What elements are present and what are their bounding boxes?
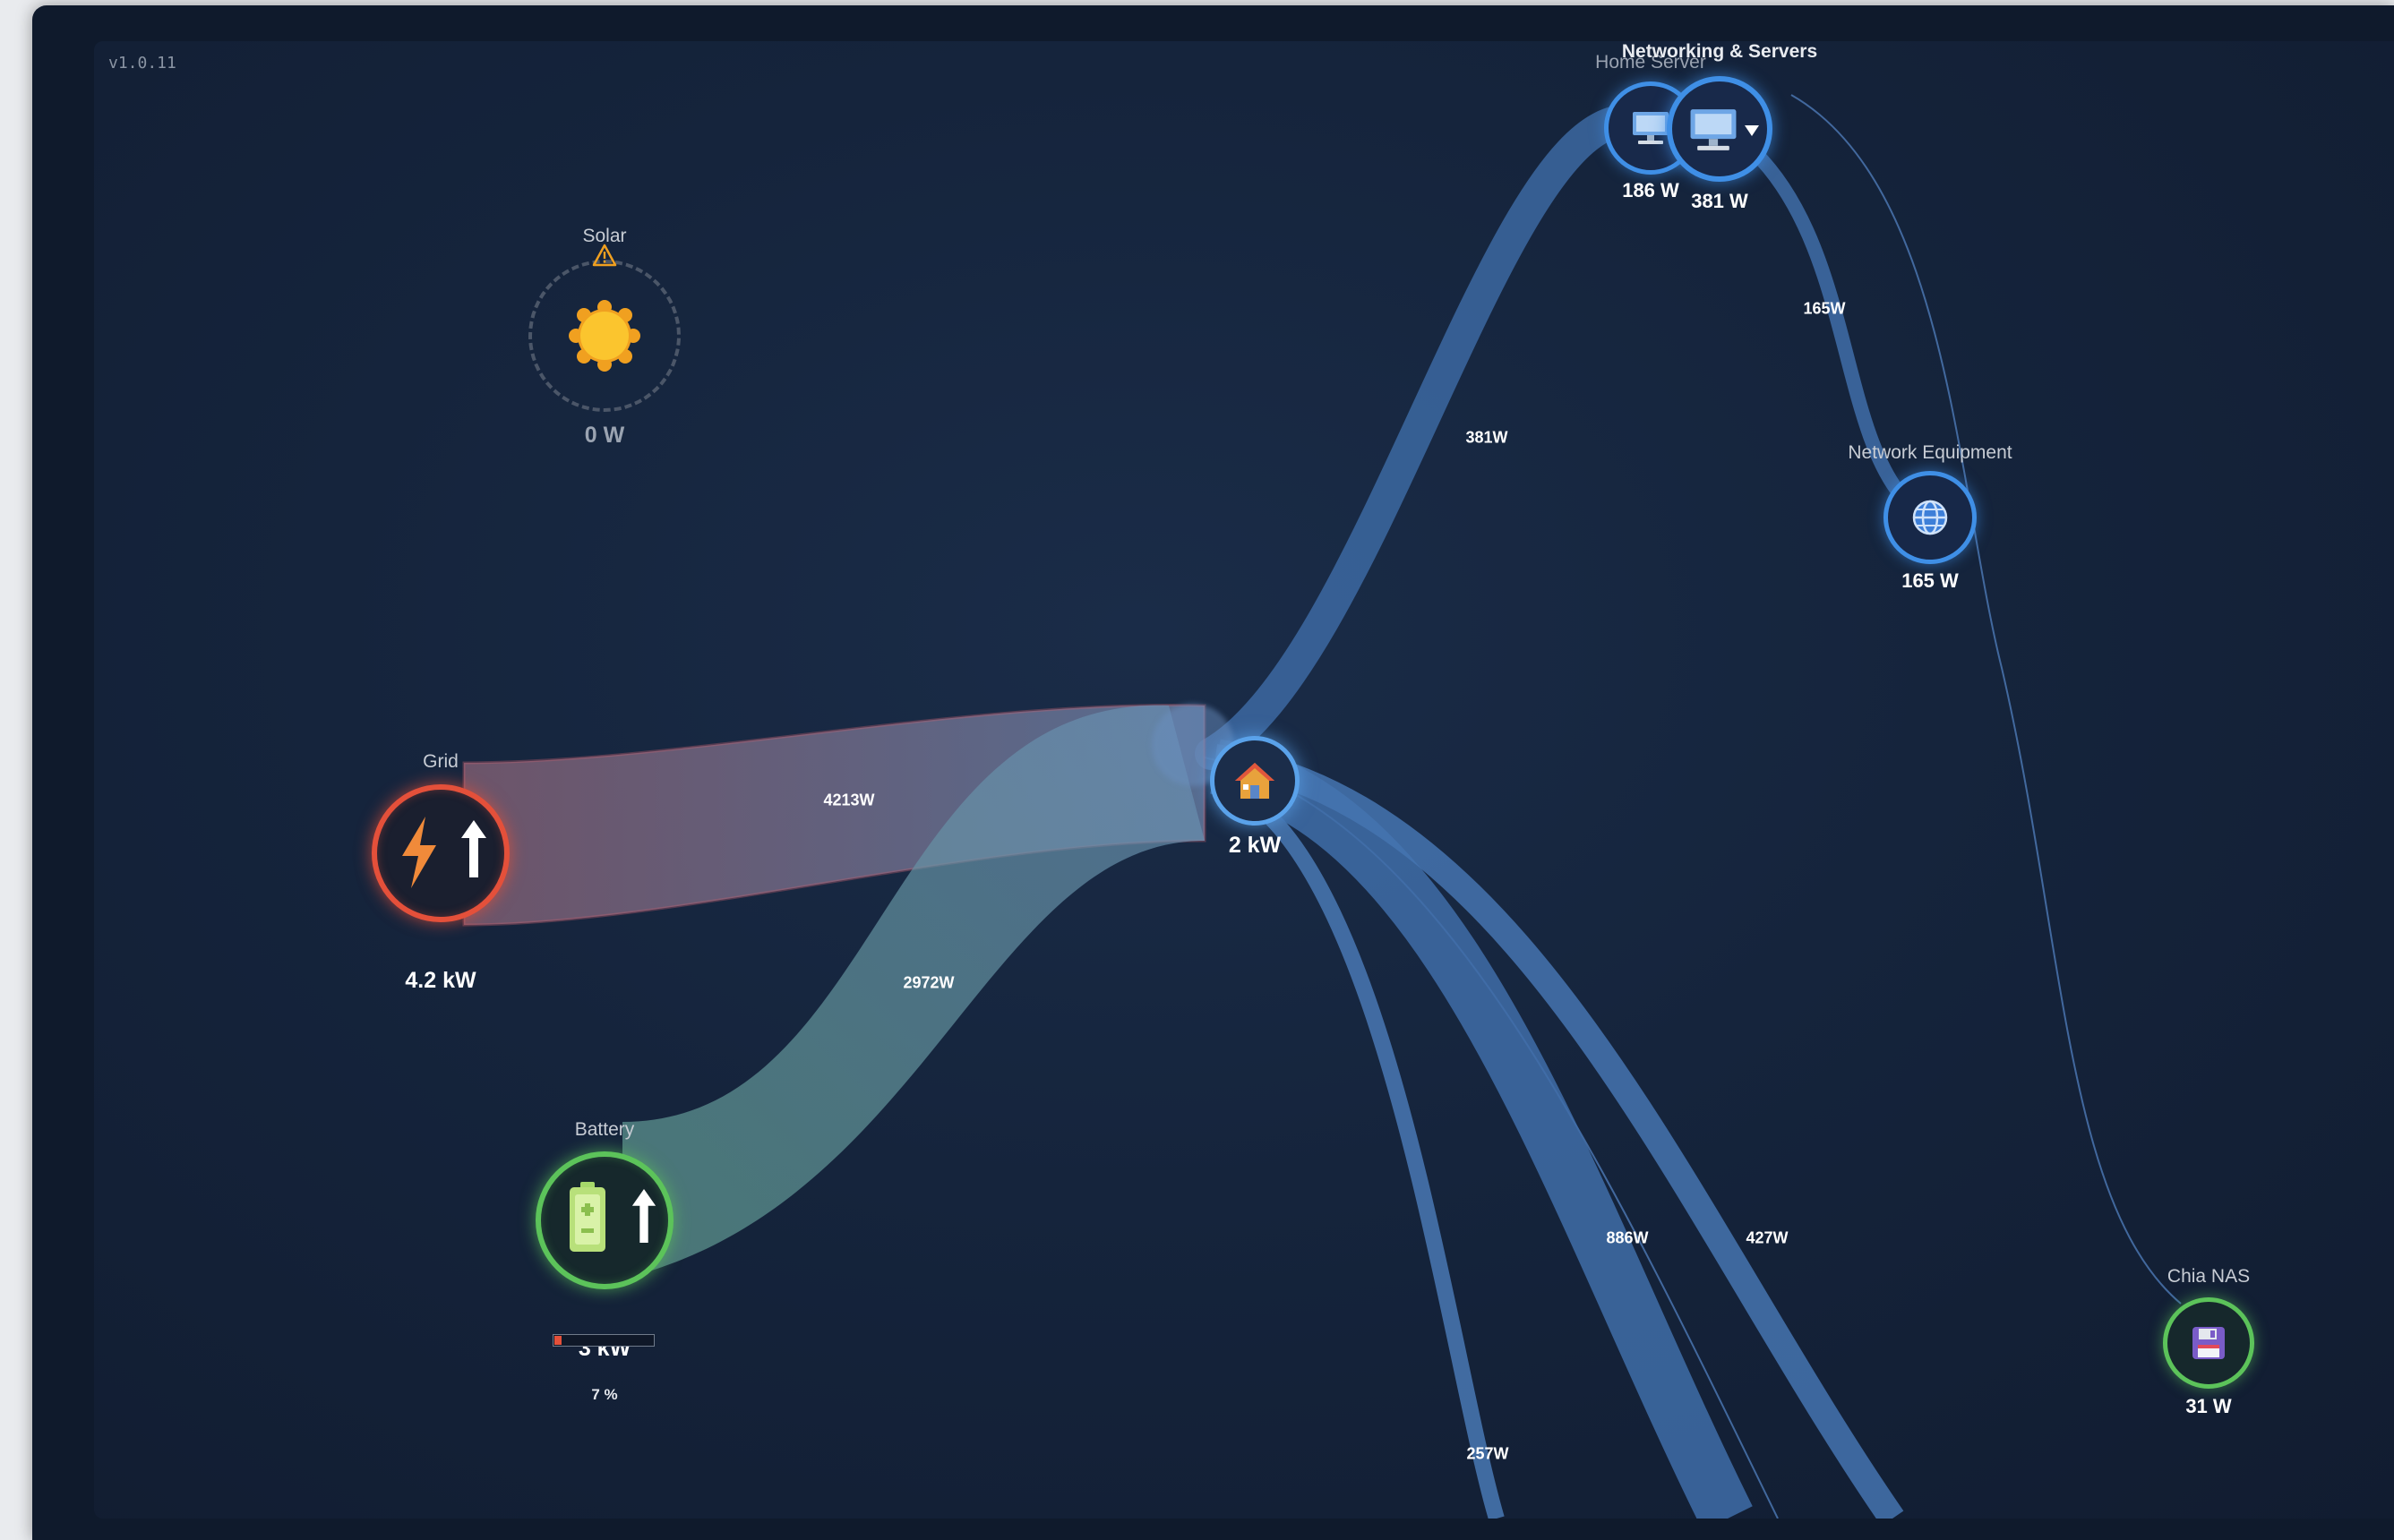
flow-label-battery: 2972W xyxy=(903,973,955,992)
flow-thin-to-chia xyxy=(1790,94,2182,1305)
flow-home-servers xyxy=(1195,106,1633,770)
computer-icon xyxy=(1690,109,1737,150)
battery-title: Battery xyxy=(574,1119,635,1140)
network-equipment-title: Network Equipment xyxy=(1848,442,2012,463)
battery-percent: 7 % xyxy=(591,1386,618,1403)
arrow-up-icon xyxy=(461,820,486,877)
battery-icon xyxy=(570,1182,605,1252)
group-total-value: 381 W xyxy=(1691,190,1748,212)
chevron-down-icon[interactable] xyxy=(1744,124,1760,137)
app-frame: v1.0.11 4213W 2972W 381W 165W 886W 427W … xyxy=(32,5,2394,1540)
network-equipment-value: 165 W xyxy=(1901,569,1959,592)
solar-node[interactable] xyxy=(528,260,681,412)
floppy-disk-icon xyxy=(2192,1327,2225,1359)
flow-label-427: 427W xyxy=(1746,1228,1789,1247)
computer-icon xyxy=(1633,112,1669,144)
home-value: 2 kW xyxy=(1228,833,1282,858)
house-icon xyxy=(1235,763,1274,799)
chia-nas-title: Chia NAS xyxy=(2167,1266,2251,1287)
flow-label-grid: 4213W xyxy=(823,791,875,809)
grid-node[interactable] xyxy=(372,784,510,922)
group-total-node[interactable] xyxy=(1667,76,1772,182)
warning-icon xyxy=(592,244,617,267)
battery-level-bar xyxy=(553,1334,655,1347)
flow-label-886: 886W xyxy=(1606,1228,1649,1247)
grid-title: Grid xyxy=(423,751,459,772)
lightning-icon xyxy=(402,817,436,888)
globe-icon xyxy=(1912,500,1948,535)
energy-flow-canvas: v1.0.11 4213W 2972W 381W 165W 886W 427W … xyxy=(94,41,2394,1519)
sun-icon xyxy=(569,300,640,372)
group-title: Networking & Servers xyxy=(1621,41,1818,62)
arrow-up-icon xyxy=(631,1189,656,1243)
battery-node[interactable] xyxy=(536,1151,674,1289)
home-node[interactable] xyxy=(1210,736,1300,826)
home-server-value: 186 W xyxy=(1622,179,1679,201)
flow-label-network: 165W xyxy=(1803,299,1846,318)
flow-label-257: 257W xyxy=(1466,1444,1509,1463)
chia-nas-value: 31 W xyxy=(2185,1395,2232,1417)
network-equipment-node[interactable] xyxy=(1883,471,1977,564)
grid-value: 4.2 kW xyxy=(405,968,476,993)
flow-label-servers: 381W xyxy=(1465,428,1508,447)
solar-value: 0 W xyxy=(584,423,625,448)
chia-nas-node[interactable] xyxy=(2163,1297,2254,1389)
battery-level-fill xyxy=(554,1336,562,1345)
